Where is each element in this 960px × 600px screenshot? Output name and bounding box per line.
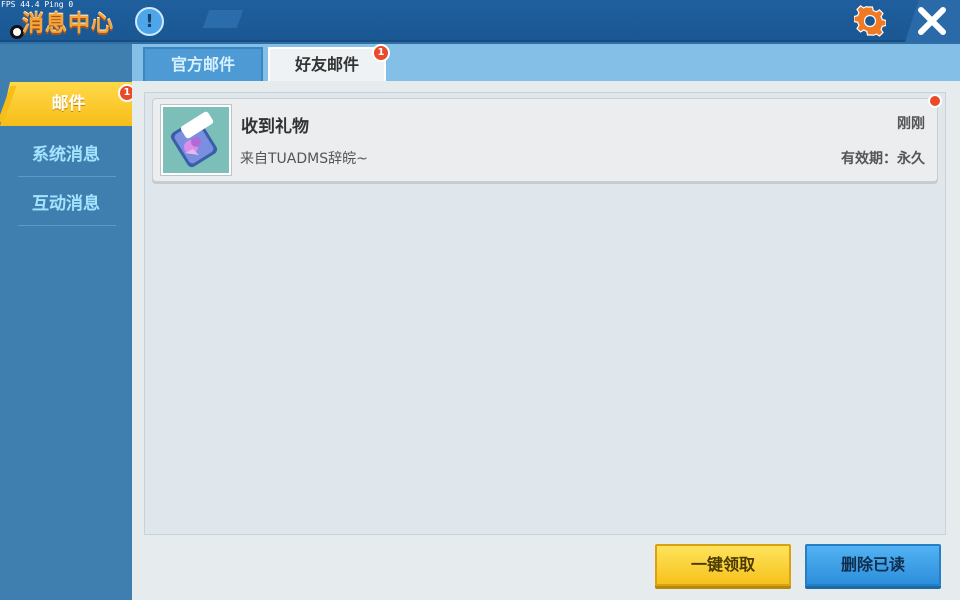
friend-mail-badge: 1 <box>372 44 390 62</box>
tab-strip: 官方邮件 好友邮件 1 <box>132 44 960 81</box>
sidebar-item-label: 系统消息 <box>32 145 100 165</box>
mail-list: 收到礼物 来自TUADMS辞皖~ 刚刚 有效期：永久 <box>144 92 946 535</box>
sidebar-item-label: 邮件 <box>51 94 86 114</box>
sidebar-item-label: 互动消息 <box>32 194 100 214</box>
sidebar-item-interaction-messages[interactable]: 互动消息 <box>0 182 132 226</box>
sidebar-item-system-messages[interactable]: 系统消息 <box>0 133 132 177</box>
tab-official-mail[interactable]: 官方邮件 <box>143 47 263 81</box>
gift-ticket-icon <box>160 104 232 176</box>
mail-time: 刚刚 <box>897 116 925 132</box>
info-button[interactable]: ! <box>135 7 164 36</box>
claim-all-button[interactable]: 一键领取 <box>655 544 791 586</box>
close-icon[interactable] <box>916 6 948 36</box>
main-panel: 官方邮件 好友邮件 1 收到礼物 来自TUADMS辞皖~ 刚刚 有效期：永久 一 <box>132 44 960 600</box>
settings-gear-icon[interactable] <box>854 5 886 37</box>
divider <box>18 225 116 226</box>
unread-dot-icon <box>928 94 942 108</box>
sidebar-item-mail[interactable]: 邮件 <box>0 82 137 126</box>
mail-title: 收到礼物 <box>241 117 309 137</box>
divider <box>18 176 116 177</box>
sidebar: 邮件 1 系统消息 互动消息 <box>0 44 137 600</box>
tab-friend-mail[interactable]: 好友邮件 <box>268 47 386 81</box>
page-title: 消息中心 <box>22 12 115 37</box>
mail-expiry: 有效期：永久 <box>841 151 925 167</box>
delete-read-button[interactable]: 删除已读 <box>805 544 941 586</box>
mail-sender: 来自TUADMS辞皖~ <box>240 151 368 167</box>
list-item[interactable]: 收到礼物 来自TUADMS辞皖~ 刚刚 有效期：永久 <box>152 94 942 182</box>
